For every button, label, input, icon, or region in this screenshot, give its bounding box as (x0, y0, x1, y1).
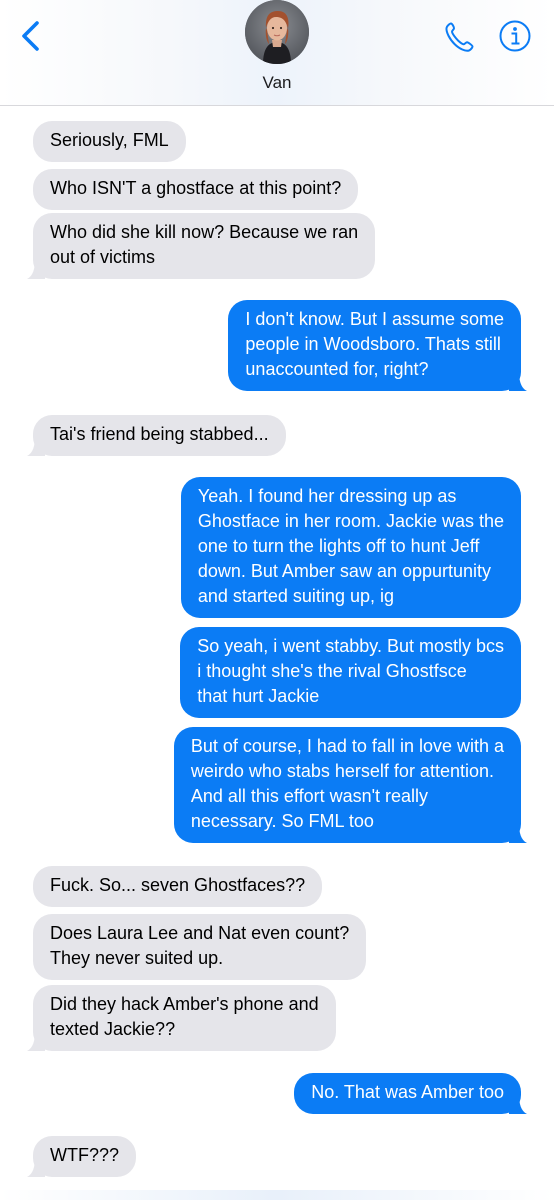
bubble-tail (509, 823, 527, 843)
bubble-tail (509, 371, 527, 391)
call-button[interactable] (442, 20, 476, 54)
message-text-line: Fuck. So... seven Ghostfaces?? (50, 875, 306, 895)
bubble-tail (27, 1157, 45, 1177)
back-button[interactable] (18, 20, 48, 52)
contact-name[interactable]: Van (0, 73, 554, 93)
message-text-line: Who did she kill now? Because we ran (50, 222, 359, 242)
message-text-line: and started suiting up, ig (197, 586, 394, 606)
message-text-line: Does Laura Lee and Nat even count? (50, 923, 350, 943)
outgoing-message-bubble[interactable]: I don't know. But I assume some people in… (228, 300, 527, 391)
outgoing-message-bubble[interactable]: No. That was Amber too (294, 1073, 527, 1114)
message-text-line: Did they hack Amber's phone and (50, 994, 319, 1014)
message-text-line: unaccounted for, right? (245, 359, 429, 379)
chevron-left-icon (22, 21, 39, 51)
message-text-line: I don't know. But I assume some (245, 309, 504, 329)
outgoing-message-bubble[interactable]: But of course, I had to fall in love wit… (173, 727, 527, 843)
incoming-message-bubble[interactable]: Does Laura Lee and Nat even count? They n… (33, 914, 367, 980)
message-text-line: And all this effort wasn't really (190, 786, 429, 806)
message-text-line: Who ISN'T a ghostface at this point? (50, 178, 342, 198)
message-text-line: texted Jackie?? (50, 1019, 176, 1039)
incoming-message-bubble[interactable]: Seriously, FML (33, 121, 186, 162)
incoming-message-bubble[interactable]: Tai's friend being stabbed... (27, 415, 286, 456)
phone-icon (445, 22, 474, 52)
message-text-line: No. That was Amber too (311, 1082, 504, 1102)
message-text-line: Yeah. I found her dressing up as (197, 486, 457, 506)
message-text-line: down. But Amber saw an oppurtunity (197, 561, 492, 581)
message-text-line: Tai's friend being stabbed... (50, 424, 269, 444)
message-text-line: one to turn the lights off to hunt Jeff (197, 536, 480, 556)
outgoing-message-bubble[interactable]: Yeah. I found her dressing up as Ghostfac… (180, 477, 521, 618)
info-icon (499, 20, 531, 52)
compose-bar-edge (0, 1190, 554, 1200)
bubble-tail (27, 1031, 45, 1051)
incoming-message-bubble[interactable]: Who did she kill now? Because we ran out … (27, 213, 376, 279)
bubble-tail (27, 436, 45, 456)
avatar-photo (245, 0, 309, 64)
message-text-line: i thought she's the rival Ghostfsce (197, 661, 467, 681)
message-text-line: They never suited up. (50, 948, 224, 968)
message-text-line: that hurt Jackie (197, 686, 320, 706)
message-text-line: necessary. So FML too (190, 811, 374, 831)
message-text-line: weirdo who stabs herself for attention. (190, 761, 494, 781)
incoming-message-bubble[interactable]: Who ISN'T a ghostface at this point? (33, 169, 359, 210)
message-text-line: Ghostface in her room. Jackie was the (197, 511, 504, 531)
conversation-header: Van (0, 0, 554, 106)
bubble-tail (27, 259, 45, 279)
incoming-message-bubble[interactable]: Did they hack Amber's phone and texted Ja… (27, 985, 336, 1051)
bubble-tail (509, 1094, 527, 1114)
message-text-line: out of victims (50, 247, 156, 267)
incoming-message-bubble[interactable]: WTF??? (27, 1136, 137, 1177)
incoming-message-bubble[interactable]: Fuck. So... seven Ghostfaces?? (33, 866, 323, 907)
info-button[interactable] (498, 19, 532, 53)
message-text-line: WTF??? (50, 1145, 120, 1165)
outgoing-message-bubble[interactable]: So yeah, i went stabby. But mostly bcs i … (180, 627, 521, 718)
message-text-line: Seriously, FML (50, 130, 169, 150)
message-text-line: people in Woodsboro. Thats still (245, 334, 501, 354)
message-text-line: So yeah, i went stabby. But mostly bcs (197, 636, 504, 656)
message-text-line: But of course, I had to fall in love wit… (190, 736, 504, 756)
contact-avatar[interactable] (245, 0, 309, 64)
